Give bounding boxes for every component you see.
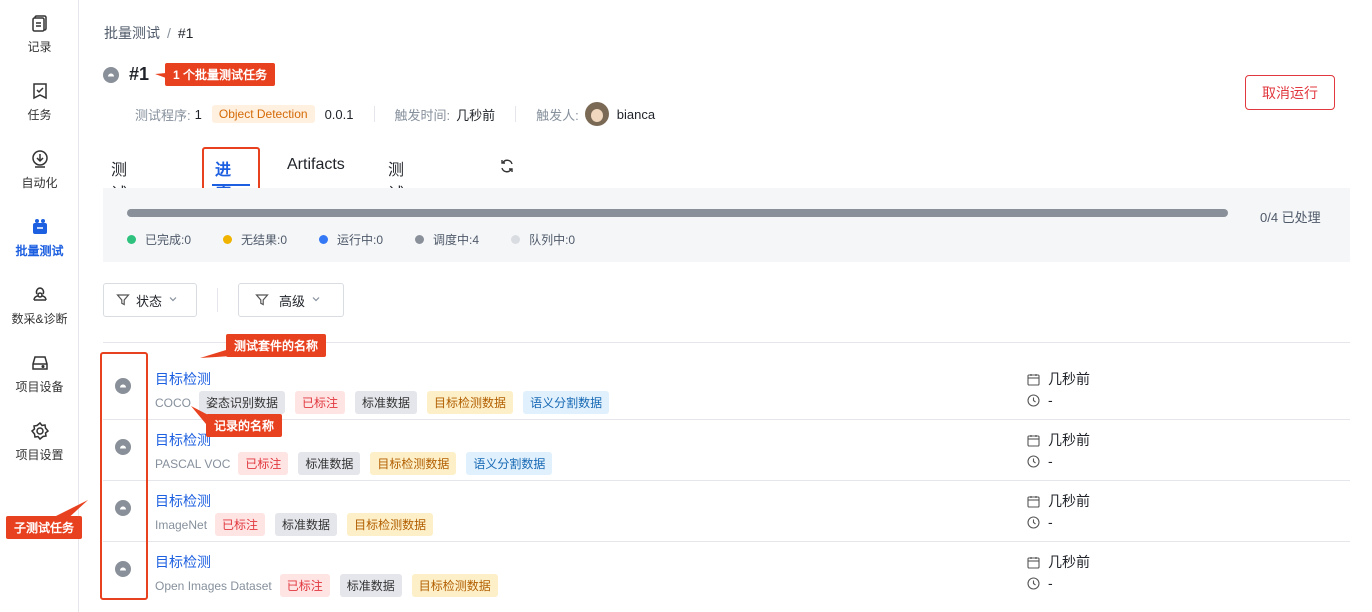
annotation-arrows [52,73,232,522]
annotation-batch-task: 1 个批量测试任务 [165,63,276,86]
annotation-record-name: 记录的名称 [206,414,283,437]
annotation-sub-task: 子测试任务 [6,516,83,539]
annotation-suite-name: 测试套件的名称 [226,334,327,357]
